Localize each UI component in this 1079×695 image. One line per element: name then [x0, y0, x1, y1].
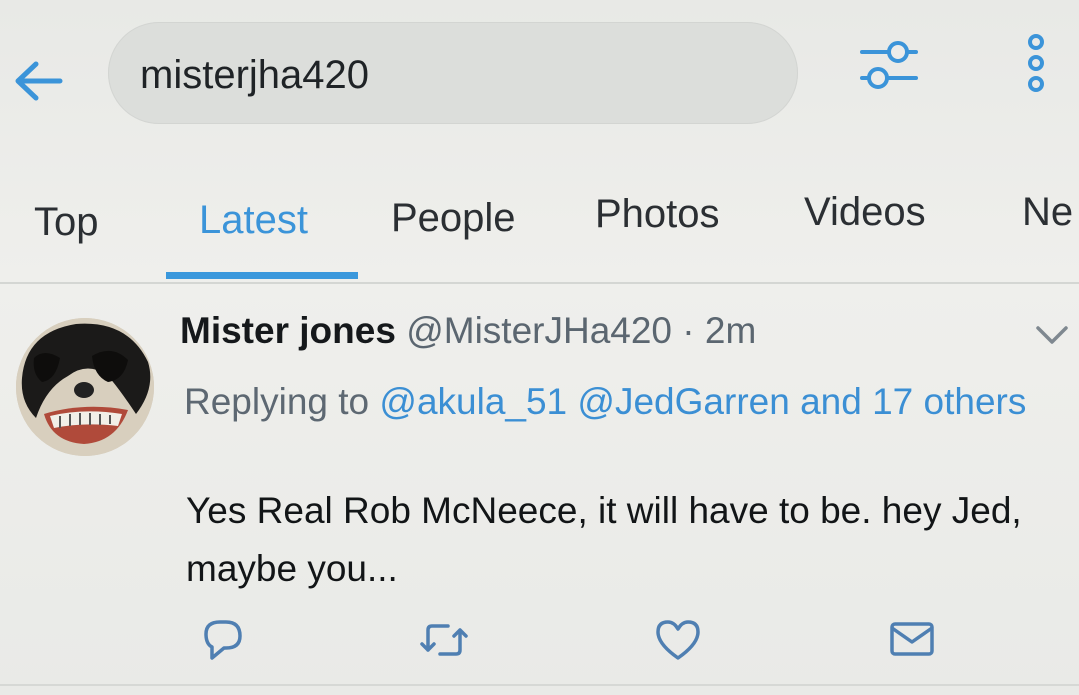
app-header	[0, 0, 1079, 150]
direct-message-button[interactable]	[886, 616, 938, 664]
tweet-menu-button[interactable]	[1030, 320, 1074, 350]
tweet-header: Mister jones @MisterJHa420 · 2m	[180, 310, 756, 352]
tab-top[interactable]: Top	[34, 200, 99, 245]
arrow-left-icon	[15, 61, 63, 101]
search-input[interactable]	[140, 50, 740, 100]
divider	[0, 282, 1079, 284]
tab-videos[interactable]: Videos	[804, 190, 926, 235]
tab-photos[interactable]: Photos	[595, 192, 720, 237]
like-button[interactable]	[652, 616, 704, 664]
divider	[0, 684, 1079, 686]
reply-icon	[204, 620, 242, 660]
active-tab-indicator	[166, 272, 358, 279]
tab-news[interactable]: Ne	[1022, 190, 1073, 235]
tweet-timestamp: 2m	[704, 310, 757, 351]
tab-latest[interactable]: Latest	[199, 198, 308, 243]
tweet-text: Yes Real Rob McNeece, it will have to be…	[186, 490, 1022, 589]
display-name[interactable]: Mister jones	[180, 310, 396, 351]
reply-button[interactable]	[196, 616, 248, 664]
search-tabs: Top Latest People Photos Videos Ne	[0, 178, 1079, 279]
retweet-button[interactable]	[418, 616, 470, 664]
back-button[interactable]	[12, 58, 64, 104]
replying-to: Replying to @akula_51 @JedGarren and 17 …	[184, 374, 1044, 430]
replying-label: Replying to	[184, 381, 370, 422]
avatar[interactable]	[16, 318, 154, 456]
user-handle[interactable]: @MisterJHa420	[406, 310, 672, 351]
search-filter-button[interactable]	[856, 36, 922, 94]
mail-icon	[890, 622, 934, 656]
avatar-image	[16, 318, 154, 456]
mention-link[interactable]: @akula_51	[379, 381, 567, 422]
others-link[interactable]: and 17 others	[800, 381, 1026, 422]
more-options-button[interactable]	[1016, 30, 1056, 96]
mention-link[interactable]: @JedGarren	[577, 381, 789, 422]
retweet-icon	[420, 624, 468, 656]
separator-dot: ·	[682, 310, 695, 351]
more-vertical-icon	[1028, 34, 1044, 92]
search-bar[interactable]	[108, 22, 798, 124]
tab-people[interactable]: People	[391, 196, 516, 241]
tweet-item[interactable]: Mister jones @MisterJHa420 · 2m Replying…	[0, 286, 1079, 686]
chevron-down-icon	[1036, 326, 1068, 344]
heart-icon	[656, 620, 700, 660]
sliders-icon	[860, 41, 918, 89]
